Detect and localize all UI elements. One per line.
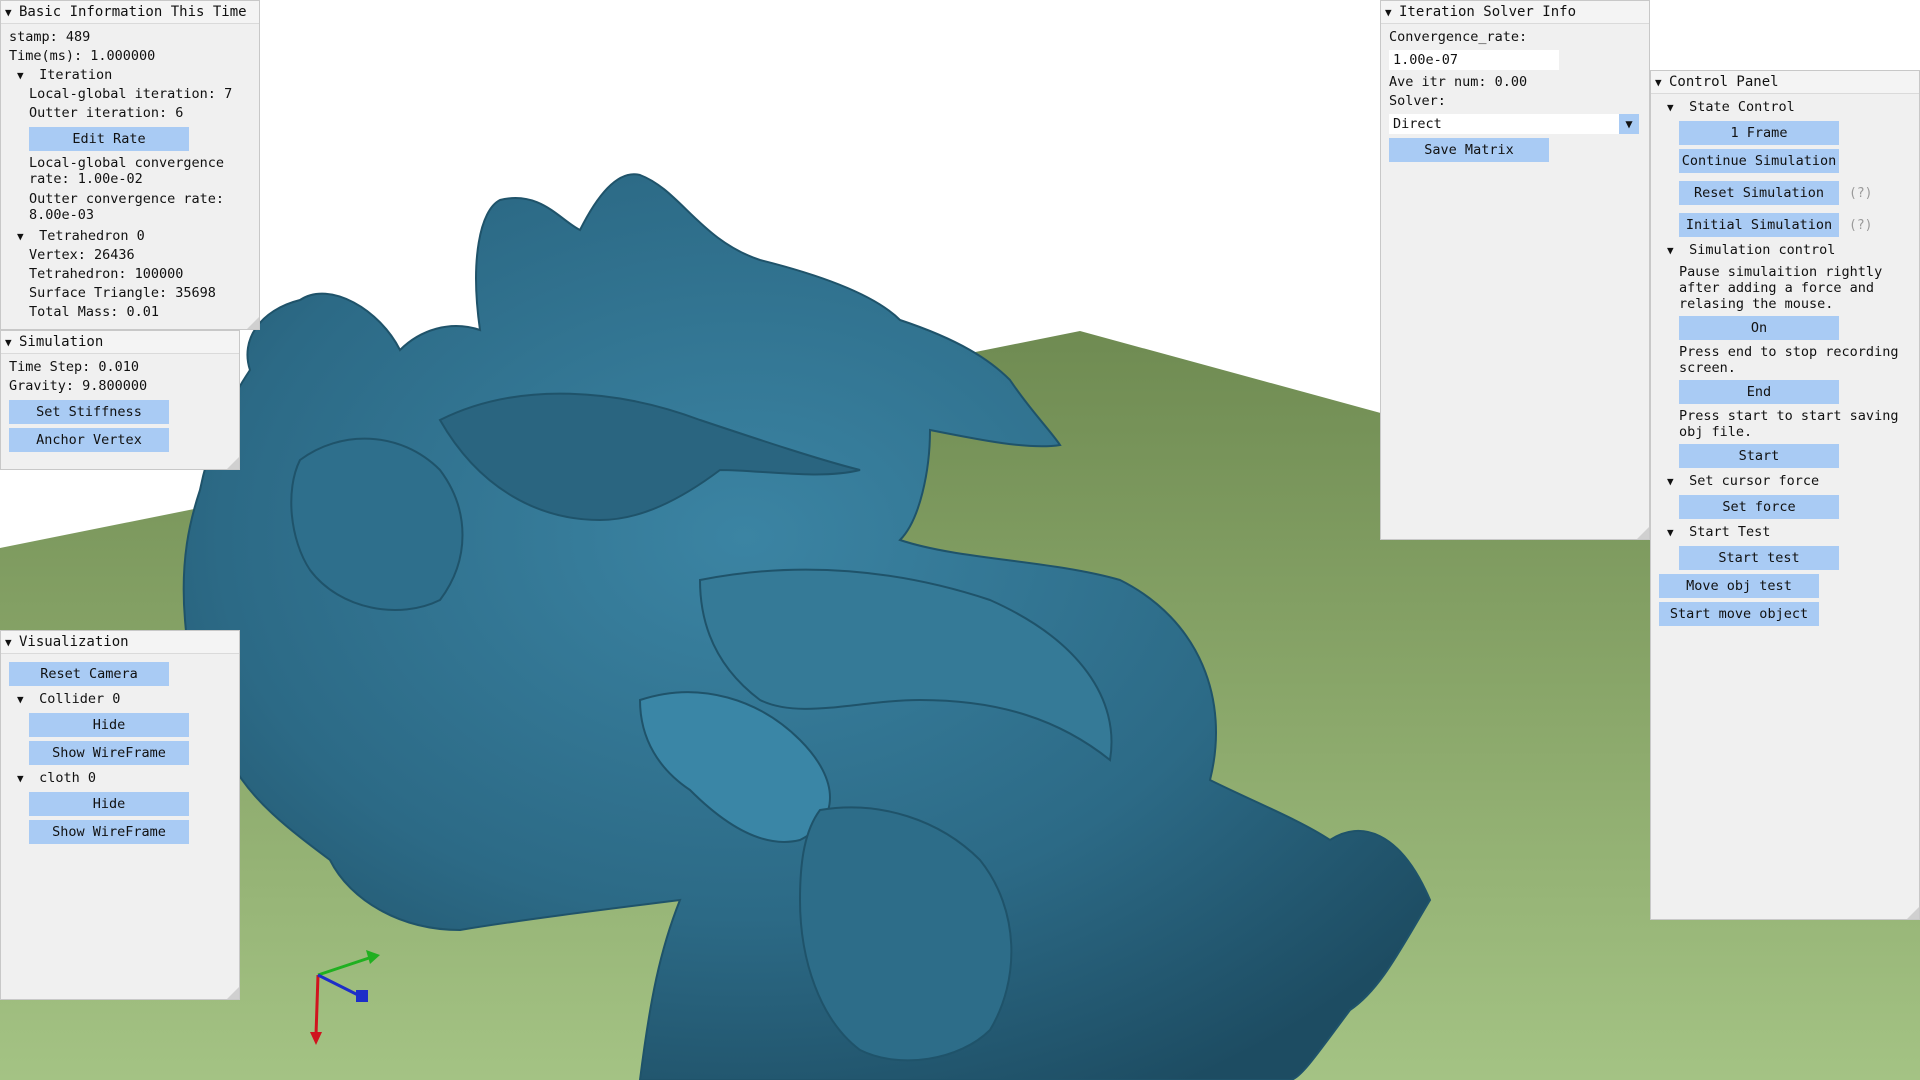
on-button[interactable]: On [1679, 316, 1839, 340]
collapse-arrow-icon: ▼ [1667, 475, 1674, 488]
tetrahedron-count-text: Tetrahedron: 100000 [29, 266, 184, 282]
cursor-force-header[interactable]: ▼ Set cursor force [1659, 472, 1911, 491]
time-text: Time(ms): 1.000000 [9, 48, 156, 64]
collapse-arrow-icon: ▼ [17, 230, 24, 243]
set-stiffness-button[interactable]: Set Stiffness [9, 400, 169, 424]
collapse-arrow-icon[interactable]: ▼ [1655, 72, 1669, 94]
simulation-control-header[interactable]: ▼ Simulation control [1659, 241, 1911, 260]
resize-grip[interactable] [1907, 907, 1919, 919]
total-mass-text: Total Mass: 0.01 [29, 304, 160, 320]
collapse-arrow-icon: ▼ [17, 772, 24, 785]
solver-info-title: Iteration Solver Info [1399, 4, 1577, 20]
collapse-arrow-icon: ▼ [17, 693, 24, 706]
collapse-arrow-icon: ▼ [17, 69, 24, 82]
simulation-panel: ▼ Simulation Time Step: 0.010 Gravity: 9.… [0, 330, 240, 470]
convergence-rate-label: Convergence_rate: [1389, 29, 1528, 45]
collapse-arrow-icon[interactable]: ▼ [5, 332, 19, 354]
gravity-text: Gravity: 9.800000 [9, 378, 148, 394]
visualization-title-bar[interactable]: ▼ Visualization [1, 631, 239, 654]
surface-triangle-text: Surface Triangle: 35698 [29, 285, 216, 301]
start-test-header[interactable]: ▼ Start Test [1659, 523, 1911, 542]
time-step-text: Time Step: 0.010 [9, 359, 140, 375]
initial-simulation-button[interactable]: Initial Simulation [1679, 213, 1839, 237]
visualization-title: Visualization [19, 634, 129, 650]
simulation-title: Simulation [19, 334, 104, 350]
control-panel: ▼ Control Panel ▼ State Control 1 Frame C… [1650, 70, 1920, 920]
chevron-down-icon[interactable]: ▼ [1619, 114, 1639, 134]
pause-description: Pause simulaition rightly after adding a… [1679, 264, 1883, 312]
collapse-arrow-icon[interactable]: ▼ [5, 632, 19, 654]
start-test-label: Start Test [1689, 524, 1771, 540]
cloth-header[interactable]: ▼ cloth 0 [9, 769, 231, 788]
stamp-text: stamp: 489 [9, 29, 91, 45]
basic-info-title: Basic Information This Time [19, 4, 247, 20]
end-description: Press end to stop recording screen. [1679, 344, 1899, 376]
help-icon[interactable]: (?) [1849, 218, 1872, 233]
simulation-title-bar[interactable]: ▼ Simulation [1, 331, 239, 354]
collapse-arrow-icon: ▼ [1667, 244, 1674, 257]
convergence-rate-input[interactable]: 1.00e-07 [1389, 50, 1559, 70]
tetrahedron-header[interactable]: ▼ Tetrahedron 0 [9, 227, 251, 246]
basic-info-title-bar[interactable]: ▼ Basic Information This Time [1, 1, 259, 24]
cloth-hide-button[interactable]: Hide [29, 792, 189, 816]
resize-grip[interactable] [247, 317, 259, 329]
save-matrix-button[interactable]: Save Matrix [1389, 138, 1549, 162]
collapse-arrow-icon: ▼ [1667, 101, 1674, 114]
local-global-convergence-text: Local-global convergence rate: 1.00e-02 [29, 155, 225, 187]
end-button[interactable]: End [1679, 380, 1839, 404]
basic-info-panel: ▼ Basic Information This Time stamp: 489 … [0, 0, 260, 330]
outer-iteration-text: Outter iteration: 6 [29, 105, 184, 121]
move-obj-test-button[interactable]: Move obj test [1659, 574, 1819, 598]
cloth-header-label: cloth 0 [39, 770, 97, 786]
edit-rate-button[interactable]: Edit Rate [29, 127, 189, 151]
cloth-wireframe-button[interactable]: Show WireFrame [29, 820, 189, 844]
collapse-arrow-icon: ▼ [1667, 526, 1674, 539]
solver-label: Solver: [1389, 93, 1446, 109]
tetrahedron-header-label: Tetrahedron 0 [39, 228, 145, 244]
outer-convergence-text: Outter convergence rate: 8.00e-03 [29, 191, 225, 223]
solver-info-panel: ▼ Iteration Solver Info Convergence_rate:… [1380, 0, 1650, 540]
collapse-arrow-icon[interactable]: ▼ [5, 2, 19, 24]
control-panel-title-bar[interactable]: ▼ Control Panel [1651, 71, 1919, 94]
help-icon[interactable]: (?) [1849, 186, 1872, 201]
resize-grip[interactable] [227, 987, 239, 999]
start-test-button[interactable]: Start test [1679, 546, 1839, 570]
reset-camera-button[interactable]: Reset Camera [9, 662, 169, 686]
collider-wireframe-button[interactable]: Show WireFrame [29, 741, 189, 765]
collider-hide-button[interactable]: Hide [29, 713, 189, 737]
control-panel-title: Control Panel [1669, 74, 1779, 90]
collider-header-label: Collider 0 [39, 691, 121, 707]
solver-select-value: Direct [1393, 116, 1442, 132]
start-move-object-button[interactable]: Start move object [1659, 602, 1819, 626]
local-global-iteration-text: Local-global iteration: 7 [29, 86, 233, 102]
anchor-vertex-button[interactable]: Anchor Vertex [9, 428, 169, 452]
iteration-header[interactable]: ▼ Iteration [9, 66, 251, 85]
simulation-control-label: Simulation control [1689, 242, 1836, 258]
visualization-panel: ▼ Visualization Reset Camera ▼ Collider 0… [0, 630, 240, 1000]
collapse-arrow-icon[interactable]: ▼ [1385, 2, 1399, 24]
resize-grip[interactable] [1637, 527, 1649, 539]
state-control-header[interactable]: ▼ State Control [1659, 98, 1911, 117]
average-iteration-text: Ave itr num: 0.00 [1389, 74, 1528, 90]
resize-grip[interactable] [227, 457, 239, 469]
reset-simulation-button[interactable]: Reset Simulation [1679, 181, 1839, 205]
collider-header[interactable]: ▼ Collider 0 [9, 690, 231, 709]
start-button[interactable]: Start [1679, 444, 1839, 468]
state-control-label: State Control [1689, 99, 1795, 115]
set-force-button[interactable]: Set force [1679, 495, 1839, 519]
continue-simulation-button[interactable]: Continue Simulation [1679, 149, 1839, 173]
cursor-force-label: Set cursor force [1689, 473, 1820, 489]
iteration-header-label: Iteration [39, 67, 113, 83]
one-frame-button[interactable]: 1 Frame [1679, 121, 1839, 145]
solver-select[interactable]: Direct ▼ [1389, 114, 1639, 134]
solver-info-title-bar[interactable]: ▼ Iteration Solver Info [1381, 1, 1649, 24]
vertex-count-text: Vertex: 26436 [29, 247, 135, 263]
start-description: Press start to start saving obj file. [1679, 408, 1899, 440]
